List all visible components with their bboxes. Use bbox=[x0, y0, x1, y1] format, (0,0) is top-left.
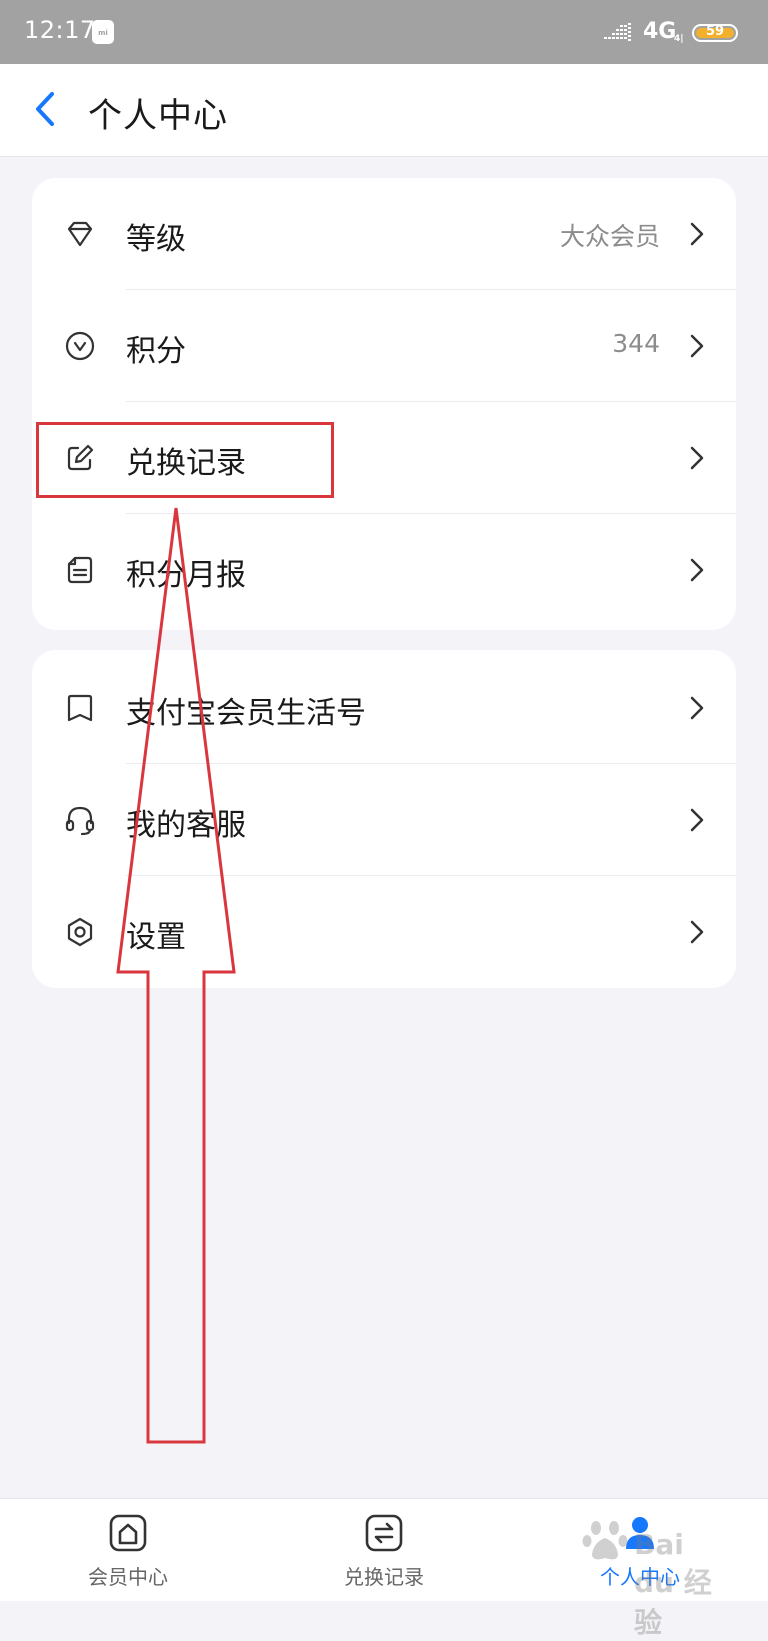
row-alipay-account[interactable]: 支付宝会员生活号 bbox=[32, 652, 736, 764]
app-header: 个人中心 bbox=[0, 64, 768, 157]
page-title: 个人中心 bbox=[88, 96, 228, 136]
bookmark-icon bbox=[67, 694, 93, 722]
carrier-badge: mi bbox=[98, 29, 108, 37]
exchange-icon bbox=[365, 1514, 403, 1552]
row-label: 等级 bbox=[126, 222, 186, 257]
nav-label: 会员中心 bbox=[88, 1565, 168, 1589]
headset-icon bbox=[65, 806, 95, 836]
row-label: 我的客服 bbox=[126, 808, 246, 843]
row-value: 344 bbox=[612, 329, 660, 358]
chevron-right-icon bbox=[690, 808, 704, 832]
paw-icon bbox=[582, 1521, 628, 1560]
nav-label: 兑换记录 bbox=[344, 1565, 424, 1589]
nav-exchange-records[interactable]: 兑换记录 bbox=[256, 1499, 512, 1601]
row-label: 积分 bbox=[126, 334, 186, 369]
home-icon bbox=[109, 1514, 147, 1552]
report-icon bbox=[67, 556, 93, 584]
row-settings[interactable]: 设置 bbox=[32, 876, 736, 988]
diamond-icon bbox=[67, 221, 93, 247]
row-points[interactable]: 积分 344 bbox=[32, 290, 736, 402]
row-exchange-records[interactable]: 兑换记录 bbox=[32, 402, 736, 514]
chevron-right-icon bbox=[690, 920, 704, 944]
battery-icon: 59 bbox=[692, 24, 738, 42]
network-type: 4G bbox=[643, 19, 677, 44]
edit-icon bbox=[67, 444, 94, 471]
status-time: 12:17 bbox=[24, 16, 96, 44]
service-card: 支付宝会员生活号 我的客服 设置 bbox=[32, 650, 736, 988]
back-icon[interactable] bbox=[24, 84, 68, 134]
row-customer-service[interactable]: 我的客服 bbox=[32, 764, 736, 876]
battery-level: 59 bbox=[705, 24, 725, 39]
nav-member-center[interactable]: 会员中心 bbox=[0, 1499, 256, 1601]
row-level[interactable]: 等级 大众会员 bbox=[32, 178, 736, 290]
row-value: 大众会员 bbox=[559, 222, 660, 251]
carrier-icon: mi bbox=[92, 20, 114, 44]
points-icon bbox=[65, 331, 95, 361]
row-label: 兑换记录 bbox=[126, 446, 246, 481]
account-card: 等级 大众会员 积分 344 兑换记录 积分月报 bbox=[32, 178, 736, 630]
row-label: 支付宝会员生活号 bbox=[126, 696, 366, 731]
settings-icon bbox=[67, 917, 93, 947]
chevron-right-icon bbox=[690, 696, 704, 720]
watermark-text: Bai du 经验 bbox=[634, 1528, 712, 1639]
row-monthly-report[interactable]: 积分月报 bbox=[32, 514, 736, 626]
chevron-right-icon bbox=[690, 334, 704, 358]
row-label: 设置 bbox=[126, 920, 186, 955]
chevron-right-icon bbox=[690, 446, 704, 470]
status-bar: 12:17 mi 4G 4‌‌|‌‌ 59 bbox=[0, 0, 768, 64]
chevron-right-icon bbox=[690, 558, 704, 582]
row-label: 积分月报 bbox=[126, 558, 246, 593]
signal-icon bbox=[604, 23, 631, 41]
watermark: Bai du 经验 bbox=[580, 1506, 730, 1639]
chevron-right-icon bbox=[690, 222, 704, 246]
network-activity: 4‌‌|‌‌ bbox=[674, 34, 684, 44]
